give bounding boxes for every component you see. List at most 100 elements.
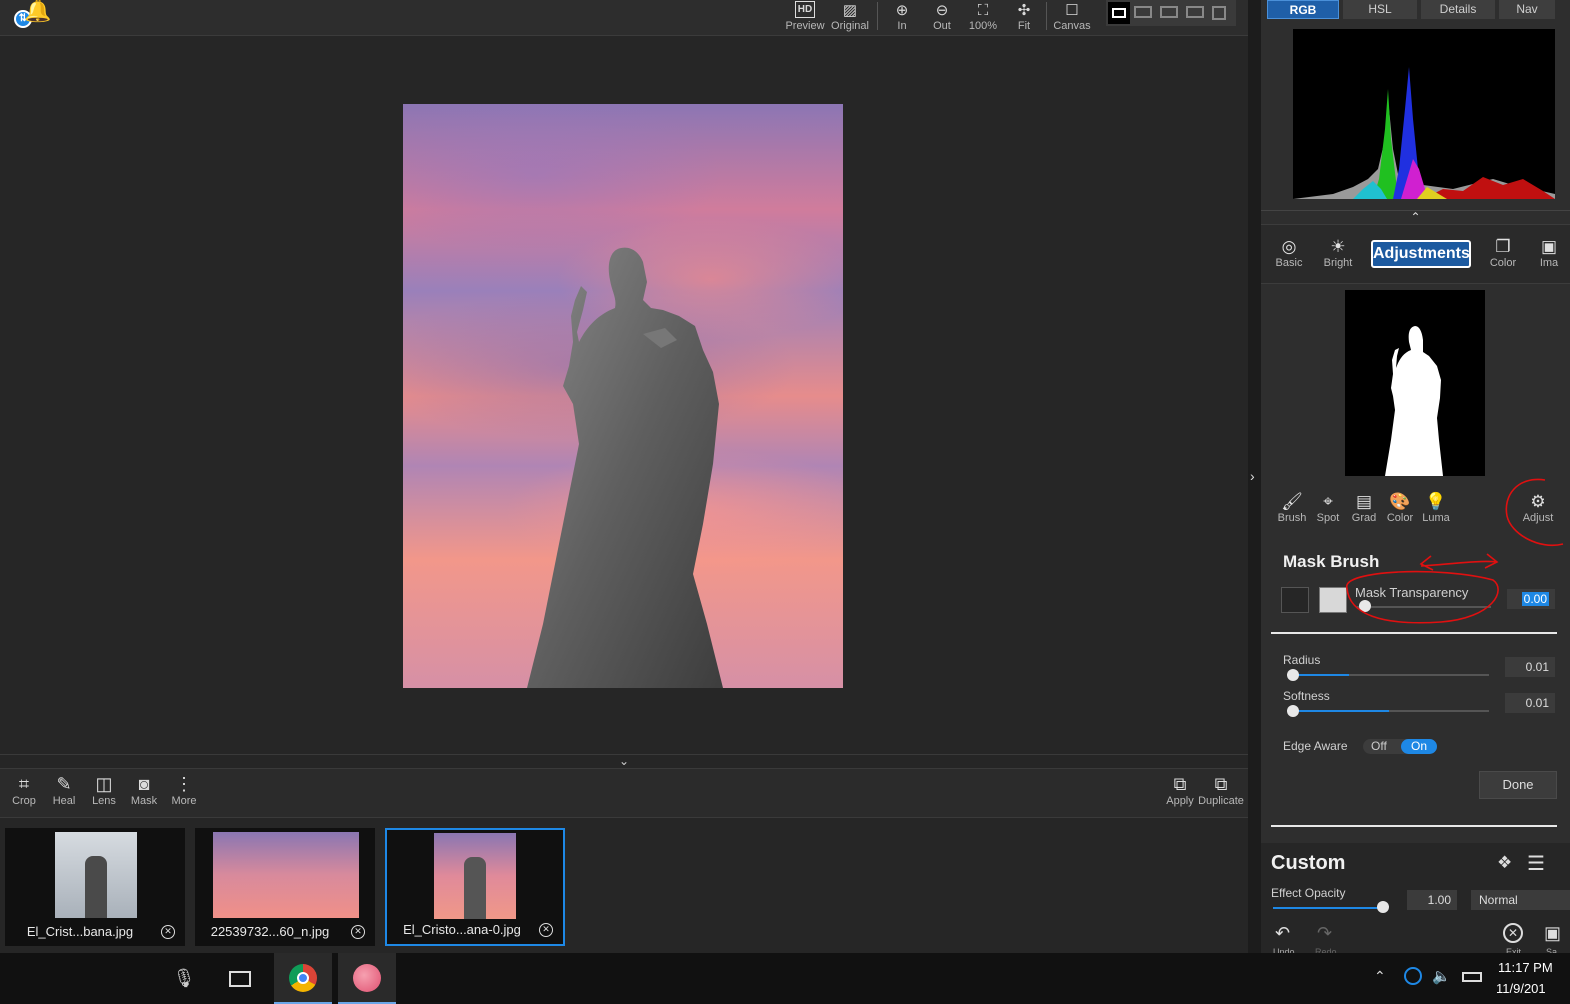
- aperture-icon: ◎: [1281, 237, 1297, 256]
- close-icon[interactable]: ✕: [539, 923, 553, 937]
- single-view-icon: [1112, 8, 1126, 18]
- blend-mode-select[interactable]: Normal: [1471, 890, 1570, 910]
- histogram-graph: [1293, 67, 1555, 199]
- photo-app-taskbar-button[interactable]: [338, 953, 396, 1004]
- photo-preview[interactable]: [403, 104, 843, 688]
- task-view-button[interactable]: [214, 953, 266, 1004]
- clock-date[interactable]: 11/9/201: [1496, 981, 1546, 996]
- save-icon[interactable]: ▣: [1544, 923, 1561, 944]
- heal-button[interactable]: ✎ Heal: [44, 773, 84, 807]
- exit-icon[interactable]: ✕: [1503, 923, 1523, 943]
- module-label: Color: [1489, 257, 1517, 269]
- view-mode-group: [1106, 0, 1236, 26]
- done-label: Done: [1502, 777, 1534, 792]
- effect-opacity-knob[interactable]: [1377, 901, 1389, 913]
- app-window: ⇅ 🔔 HD Preview ▨ Original ⊕ In ⊖ Out ⛶ 1…: [0, 0, 1570, 1004]
- effect-opacity-value[interactable]: 1.00: [1407, 890, 1457, 910]
- zoom-out-button[interactable]: ⊖ Out: [926, 0, 958, 36]
- softness-value[interactable]: 0.01: [1505, 693, 1555, 713]
- tab-label: HSL: [1368, 2, 1392, 16]
- radius-label: Radius: [1283, 653, 1321, 667]
- lens-icon: ◫: [95, 774, 113, 794]
- more-button[interactable]: ⋮ More: [164, 773, 204, 807]
- canvas-button[interactable]: ☐ Canvas: [1052, 0, 1092, 36]
- side-by-side-icon[interactable]: [1160, 6, 1178, 18]
- radius-knob[interactable]: [1287, 669, 1299, 681]
- original-label: Original: [831, 20, 869, 32]
- filmstrip-item[interactable]: El_Crist...bana.jpg ✕: [5, 828, 185, 946]
- layers-icon[interactable]: ❖: [1497, 853, 1512, 873]
- preview-label: Preview: [785, 20, 825, 32]
- tab-details[interactable]: Details: [1421, 0, 1495, 19]
- statue-silhouette: [527, 247, 723, 688]
- chevron-up-icon[interactable]: ⌃: [1374, 968, 1386, 985]
- taskbar: 🎙 ⌃ 🔈 11:17 PM 11/9/201: [0, 953, 1570, 1004]
- task-view-icon: [229, 970, 251, 987]
- canvas-label: Canvas: [1053, 20, 1091, 32]
- done-button[interactable]: Done: [1479, 771, 1557, 799]
- filmstrip: El_Crist...bana.jpg ✕ 22539732...60_n.jp…: [0, 819, 1248, 953]
- collapse-filmstrip-button[interactable]: ⌄: [0, 754, 1248, 768]
- mask-icon: ◙: [138, 774, 150, 794]
- image-icon: ▨: [842, 2, 858, 19]
- edge-aware-label: Edge Aware: [1283, 739, 1348, 753]
- filename-label: 22539732...60_n.jpg: [210, 924, 330, 939]
- microphone-button[interactable]: 🎙: [162, 953, 206, 1004]
- split-view-icon[interactable]: [1134, 6, 1152, 18]
- duplicate-button[interactable]: ⧉ Duplicate: [1196, 773, 1246, 807]
- stack-view-icon[interactable]: [1212, 6, 1226, 20]
- crop-label: Crop: [12, 795, 36, 807]
- softness-slider-fill: [1291, 710, 1389, 712]
- actual-size-icon: ⛶: [977, 2, 989, 19]
- chevron-right-icon[interactable]: ›: [1250, 468, 1255, 484]
- panel-divider[interactable]: ›: [1248, 0, 1261, 953]
- close-icon[interactable]: ✕: [161, 925, 175, 939]
- filmstrip-item-selected[interactable]: El_Cristo...ana-0.jpg ✕: [385, 828, 565, 946]
- chevron-up-icon: ⌃: [1410, 210, 1421, 224]
- collapse-histogram-button[interactable]: ⌃: [1261, 210, 1570, 223]
- tab-rgb[interactable]: RGB: [1267, 0, 1339, 19]
- menu-icon[interactable]: ☰: [1527, 851, 1545, 876]
- volume-icon[interactable]: 🔈: [1432, 967, 1451, 985]
- hd-icon: HD: [794, 1, 816, 18]
- heal-label: Heal: [52, 795, 76, 807]
- tab-hsl[interactable]: HSL: [1343, 0, 1417, 19]
- tab-nav[interactable]: Nav: [1499, 0, 1555, 19]
- notification-area[interactable]: ⇅ 🔔: [6, 0, 51, 34]
- module-bright[interactable]: ☀ Bright: [1319, 237, 1357, 269]
- module-adjustments[interactable]: Adjustments: [1371, 240, 1471, 268]
- softness-knob[interactable]: [1287, 705, 1299, 717]
- sync-status-icon[interactable]: [1404, 967, 1422, 985]
- crop-button[interactable]: ⌗ Crop: [4, 773, 44, 807]
- statue-thumbnail: [464, 857, 486, 919]
- custom-section: Custom ❖ ☰ Effect Opacity 1.00 Normal ↶ …: [1261, 843, 1570, 957]
- statue-body: [527, 247, 723, 688]
- close-icon[interactable]: ✕: [351, 925, 365, 939]
- module-color[interactable]: ❐ Color: [1485, 237, 1521, 269]
- filename-label: El_Cristo...ana-0.jpg: [403, 922, 521, 937]
- clock-time[interactable]: 11:17 PM: [1498, 960, 1553, 975]
- actual-size-button[interactable]: ⛶ 100%: [964, 0, 1002, 36]
- filmstrip-item[interactable]: 22539732...60_n.jpg ✕: [195, 828, 375, 946]
- preview-button[interactable]: HD Preview: [784, 0, 826, 36]
- redo-icon[interactable]: ↷: [1317, 923, 1332, 944]
- bandage-icon: ✎: [56, 774, 72, 794]
- lens-button[interactable]: ◫ Lens: [84, 773, 124, 807]
- module-basic[interactable]: ◎ Basic: [1271, 237, 1307, 269]
- undo-icon[interactable]: ↶: [1275, 923, 1290, 944]
- zoom-in-button[interactable]: ⊕ In: [886, 0, 918, 36]
- single-view-button[interactable]: [1108, 2, 1130, 24]
- fit-button[interactable]: ✣ Fit: [1008, 0, 1040, 36]
- module-image[interactable]: ▣ Ima: [1531, 237, 1567, 269]
- section-divider: [1271, 825, 1557, 827]
- apply-button[interactable]: ⧉ Apply: [1160, 773, 1200, 807]
- original-button[interactable]: ▨ Original: [828, 0, 872, 36]
- lens-label: Lens: [92, 795, 116, 807]
- mirror-view-icon[interactable]: [1186, 6, 1204, 18]
- battery-icon[interactable]: [1462, 972, 1482, 982]
- chrome-taskbar-button[interactable]: [274, 953, 332, 1004]
- edge-aware-toggle[interactable]: Off On: [1363, 739, 1437, 754]
- bell-icon[interactable]: 🔔: [24, 0, 51, 24]
- mask-button[interactable]: ◙ Mask: [124, 773, 164, 807]
- radius-value[interactable]: 0.01: [1505, 657, 1555, 677]
